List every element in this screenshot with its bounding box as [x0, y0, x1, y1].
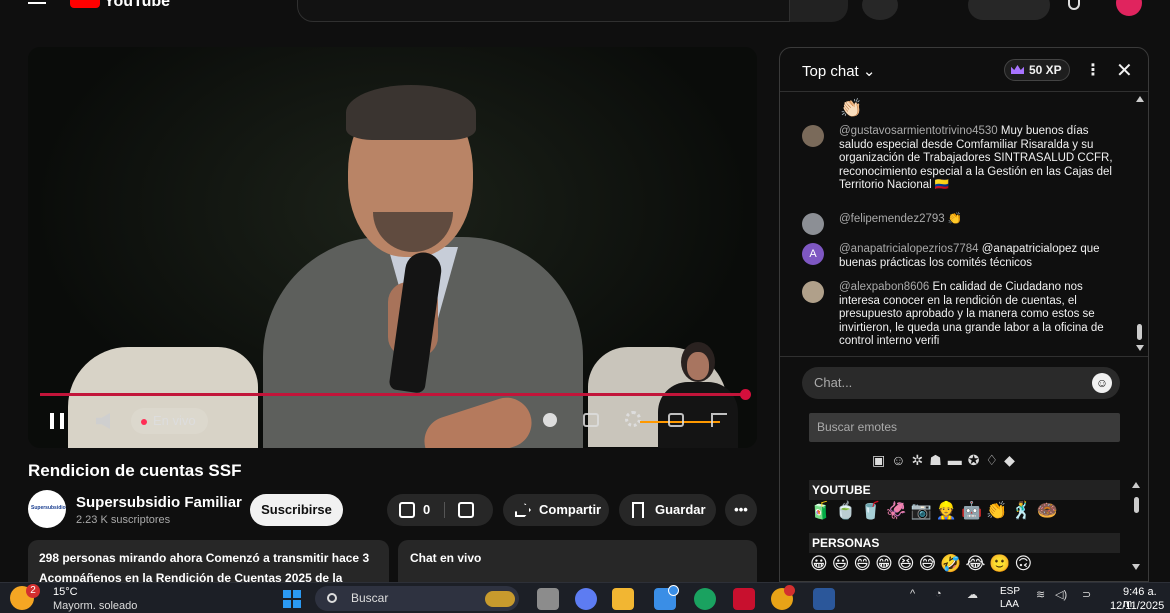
channel-avatar[interactable]: Supersubsidio [28, 490, 66, 528]
bell-icon[interactable] [1068, 0, 1080, 10]
live-chat-panel: Top chat ⌄ 50 XP ⋮ ✕ 👏🏻 @gustavosarmient… [779, 47, 1149, 582]
save-button[interactable]: Guardar [619, 494, 716, 526]
subtitles-icon[interactable] [583, 413, 599, 427]
close-icon[interactable]: ✕ [1116, 58, 1133, 83]
avatar[interactable] [802, 213, 824, 235]
antivirus-icon[interactable] [733, 588, 755, 610]
crown-icon [1011, 65, 1024, 74]
chat-author[interactable]: @gustavosarmientotrivino4530 [839, 125, 998, 137]
temperature[interactable]: 15°C [53, 586, 78, 598]
speaker-icon[interactable]: ◁) [1055, 588, 1067, 601]
subscriber-count: 2.23 K suscriptores [76, 514, 171, 526]
keyboard-layout[interactable]: LAA [1000, 599, 1019, 610]
emote-scrollbar[interactable] [1134, 497, 1139, 513]
pause-icon[interactable] [50, 413, 64, 429]
windows-start-icon[interactable] [283, 590, 301, 608]
chat-header: Top chat ⌄ 50 XP ⋮ ✕ [780, 48, 1148, 92]
chat-scrollbar[interactable] [1137, 324, 1142, 340]
copilot-icon[interactable] [575, 588, 597, 610]
clock-date[interactable]: 12/11/2025 [1110, 600, 1164, 612]
live-dot-icon [141, 418, 147, 425]
weather-description[interactable]: Mayorm. soleado [53, 600, 137, 612]
create-button[interactable] [968, 0, 1050, 20]
description-text: Acompáñenos en la Rendición de Cuentas 2… [39, 571, 343, 582]
thumbs-down-icon[interactable] [458, 502, 474, 518]
live-badge[interactable]: En vivo [131, 408, 208, 434]
chat-mode-dropdown[interactable]: Top chat ⌄ [802, 62, 875, 80]
microphone-button[interactable] [862, 0, 898, 20]
video-frame [28, 47, 757, 448]
channel-name[interactable]: Supersubsidio Familiar [76, 494, 242, 511]
xp-badge[interactable]: 50 XP [1004, 59, 1070, 81]
store-icon[interactable] [654, 585, 679, 610]
like-dislike-group: 0 [387, 494, 493, 526]
avatar[interactable] [802, 125, 824, 147]
windows-taskbar: 2 15°C Mayorm. soleado Buscar ^ ◔ ☁ ESP … [0, 582, 1170, 613]
file-explorer-icon[interactable] [612, 588, 634, 610]
emote-search-input[interactable]: Buscar emotes [809, 413, 1120, 442]
search-button[interactable] [790, 0, 848, 22]
emote-section-youtube: YOUTUBE [809, 480, 1120, 500]
like-count[interactable]: 0 [423, 494, 430, 526]
chat-author[interactable]: @alexpabon8606 [839, 281, 929, 293]
task-view-icon[interactable] [537, 588, 559, 610]
widget-image-icon[interactable] [485, 591, 515, 607]
theater-mode-icon[interactable] [668, 413, 684, 427]
emote-section-people: PERSONAS [809, 533, 1120, 553]
chat-input[interactable]: Chat... ☺ [802, 367, 1120, 399]
chat-text: 👏 [947, 213, 963, 225]
fullscreen-icon[interactable] [711, 413, 727, 427]
more-vert-icon[interactable]: ⋮ [1085, 60, 1101, 80]
youtube-logo-text[interactable]: YouTube [104, 0, 170, 11]
chat-scroll-up-icon[interactable] [1136, 96, 1144, 102]
settings-gear-icon[interactable] [625, 411, 641, 427]
autoplay-icon[interactable] [543, 413, 557, 427]
share-arrow-icon [515, 503, 531, 517]
description-stats: 298 personas mirando ahora Comenzó a tra… [39, 551, 370, 565]
emoji-picker-icon[interactable]: ☺ [1092, 373, 1112, 393]
subscribe-button[interactable]: Suscribirse [250, 494, 343, 526]
wifi-icon[interactable]: ≋ [1036, 588, 1045, 601]
network-status-icon[interactable]: ◔ [935, 588, 942, 600]
language-indicator[interactable]: ESP [1000, 586, 1020, 597]
emote-category-tabs[interactable]: ▣☺✲☗▬✪♢◆ [872, 452, 1021, 469]
word-icon[interactable] [813, 588, 835, 610]
description-box[interactable]: 298 personas mirando ahora Comenzó a tra… [28, 540, 389, 582]
clapping-emoji: 👏🏻 [840, 98, 863, 118]
search-input[interactable] [297, 0, 790, 22]
thumbs-up-icon[interactable] [399, 502, 415, 518]
video-title: Rendicion de cuentas SSF [28, 461, 242, 480]
onedrive-cloud-icon[interactable]: ☁ [967, 588, 978, 601]
search-icon [327, 593, 337, 603]
chat-author[interactable]: @felipemendez2793 [839, 213, 945, 225]
notification-badge: 2 [26, 584, 40, 598]
chevron-up-icon[interactable]: ^ [910, 588, 915, 600]
chevron-down-icon: ⌄ [862, 63, 876, 80]
top-bar: YouTube [0, 0, 1170, 22]
avatar[interactable] [802, 281, 824, 303]
menu-icon[interactable] [28, 0, 46, 4]
share-button[interactable]: Compartir [503, 494, 609, 526]
chat-scroll-down-icon[interactable] [1136, 345, 1144, 351]
chat-live-panel[interactable]: Chat en vivo [398, 540, 757, 582]
youtube-emote-grid[interactable]: 🧃🍵🥤🦑📷👷🤖👏🕺🍩 [810, 501, 1062, 521]
more-actions-button[interactable]: ••• [725, 494, 757, 526]
chrome-icon[interactable] [771, 585, 795, 610]
emote-scroll-up-icon[interactable] [1132, 482, 1140, 488]
people-emote-grid[interactable]: 😀😃😄😁😆😅🤣😂🙂🙃 [810, 554, 1036, 574]
progress-bar[interactable] [40, 393, 746, 396]
edge-icon[interactable] [694, 588, 716, 610]
emote-scroll-down-icon[interactable] [1132, 564, 1140, 570]
account-avatar[interactable] [1116, 0, 1142, 16]
chat-author[interactable]: @anapatricialopezrios7784 [839, 243, 979, 255]
video-player[interactable]: En vivo [28, 47, 757, 448]
progress-scrubber[interactable] [740, 389, 751, 400]
avatar[interactable]: A [802, 243, 824, 265]
battery-icon[interactable]: ⊃ [1082, 588, 1091, 601]
youtube-logo-icon[interactable] [70, 0, 100, 8]
bookmark-icon [632, 502, 644, 518]
chat-messages: 👏🏻 @gustavosarmientotrivino4530 Muy buen… [780, 92, 1148, 356]
